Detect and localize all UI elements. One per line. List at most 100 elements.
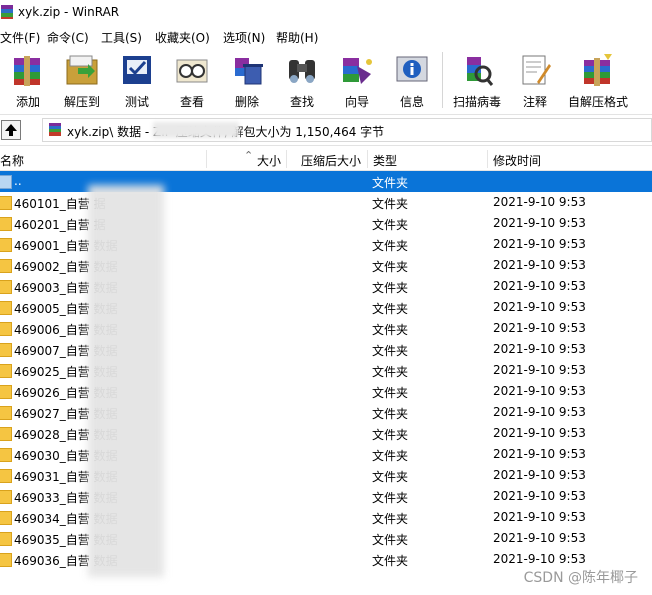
menu-bar: 文件(F) 命令(C) 工具(S) 收藏夹(O) 选项(N) 帮助(H) [0, 26, 652, 46]
folder-icon [0, 196, 12, 210]
file-type: 文件夹 [372, 197, 409, 211]
test-icon [123, 56, 151, 84]
column-modified[interactable]: 修改时间 [493, 152, 541, 169]
file-modified: 2021-9-10 9:53 [493, 531, 586, 545]
path-redaction-blur [153, 122, 239, 138]
file-type: 文件夹 [372, 260, 409, 274]
folder-icon [0, 259, 12, 273]
folder-icon [0, 238, 12, 252]
file-modified: 2021-9-10 9:53 [493, 237, 586, 251]
menu-help[interactable]: 帮助(H) [276, 29, 318, 46]
folder-icon [0, 217, 12, 231]
path-field[interactable]: xyk.zip\ 数据 - ZIP 压缩文件, 解包大小为 1,150,464 … [42, 118, 652, 142]
wizard-icon [343, 58, 372, 84]
file-type: 文件夹 [372, 491, 409, 505]
column-name[interactable]: 名称 [0, 152, 24, 169]
file-modified: 2021-9-10 9:53 [493, 321, 586, 335]
file-modified: 2021-9-10 9:53 [493, 447, 586, 461]
scan-virus-button[interactable]: 扫描病毒 [449, 50, 505, 110]
file-modified: 2021-9-10 9:53 [493, 216, 586, 230]
folder-icon [0, 448, 12, 462]
file-type: 文件夹 [372, 533, 409, 547]
menu-file[interactable]: 文件(F) [0, 29, 40, 46]
scan-virus-icon [467, 57, 494, 86]
info-label: 信息 [399, 95, 424, 109]
file-type: 文件夹 [372, 365, 409, 379]
menu-favorites[interactable]: 收藏夹(O) [155, 29, 210, 46]
menu-commands[interactable]: 命令(C) [47, 29, 89, 46]
column-type[interactable]: 类型 [373, 152, 397, 169]
file-type: 文件夹 [372, 344, 409, 358]
file-modified: 2021-9-10 9:53 [493, 426, 586, 440]
info-icon [396, 56, 428, 82]
file-modified: 2021-9-10 9:53 [493, 552, 586, 566]
watermark-text: CSDN @陈年椰子 [523, 570, 638, 586]
path-bar: xyk.zip\ 数据 - ZIP 压缩文件, 解包大小为 1,150,464 … [0, 114, 652, 146]
title-bar: xyk.zip - WinRAR [0, 0, 652, 26]
folder-icon [0, 385, 12, 399]
folder-icon [0, 532, 12, 546]
comment-button[interactable]: 注释 [507, 50, 563, 110]
file-type: 文件夹 [372, 407, 409, 421]
sort-arrow-icon: ⌃ [244, 149, 254, 162]
file-type: 文件夹 [372, 176, 409, 190]
folder-icon [0, 343, 12, 357]
delete-icon [235, 58, 263, 85]
file-type: 文件夹 [372, 218, 409, 232]
menu-tools[interactable]: 工具(S) [101, 29, 142, 46]
file-modified: 2021-9-10 9:53 [493, 510, 586, 524]
extract-to-button[interactable]: 解压到 [54, 50, 110, 110]
find-binoculars-icon [289, 60, 315, 83]
file-modified: 2021-9-10 9:53 [493, 258, 586, 272]
wizard-button[interactable]: 向导 [329, 50, 385, 110]
column-packed-size[interactable]: 压缩后大小 [301, 152, 361, 169]
sfx-button[interactable]: 自解压格式 [568, 50, 628, 110]
file-modified: 2021-9-10 9:53 [493, 468, 586, 482]
name-redaction-blur [88, 185, 164, 577]
column-header: 名称 ⌃ 大小 压缩后大小 类型 修改时间 [0, 148, 652, 171]
find-button[interactable]: 查找 [274, 50, 330, 110]
folder-icon [0, 511, 12, 525]
test-button[interactable]: 测试 [109, 50, 165, 110]
sfx-label: 自解压格式 [567, 95, 628, 109]
file-type: 文件夹 [372, 554, 409, 568]
folder-icon [0, 490, 12, 504]
column-divider [367, 150, 368, 168]
info-button[interactable]: 信息 [384, 50, 440, 110]
view-button[interactable]: 查看 [164, 50, 220, 110]
folder-icon [0, 301, 12, 315]
file-modified: 2021-9-10 9:53 [493, 300, 586, 314]
comment-label: 注释 [522, 95, 547, 109]
file-type: 文件夹 [372, 239, 409, 253]
delete-button[interactable]: 删除 [219, 50, 275, 110]
file-modified: 2021-9-10 9:53 [493, 279, 586, 293]
menu-options[interactable]: 选项(N) [223, 29, 265, 46]
file-type: 文件夹 [372, 428, 409, 442]
up-arrow-icon [5, 124, 17, 136]
file-modified: 2021-9-10 9:53 [493, 195, 586, 209]
winrar-app-icon [1, 5, 13, 19]
window-title: xyk.zip - WinRAR [18, 5, 120, 19]
file-type: 文件夹 [372, 512, 409, 526]
file-modified: 2021-9-10 9:53 [493, 405, 586, 419]
folder-icon [0, 553, 12, 567]
column-divider [286, 150, 287, 168]
sfx-icon [584, 54, 612, 86]
folder-icon [0, 175, 12, 189]
column-size[interactable]: 大小 [257, 152, 281, 169]
file-modified: 2021-9-10 9:53 [493, 489, 586, 503]
folder-icon [0, 280, 12, 294]
file-type: 文件夹 [372, 302, 409, 316]
column-divider [487, 150, 488, 168]
toolbar: 添加 解压到 测试 查看 删除 查找 向导 信息 扫描病毒 注释 自解压格式 [0, 46, 652, 114]
add-archive-icon [14, 56, 40, 86]
up-one-level-button[interactable] [1, 120, 21, 140]
file-type: 文件夹 [372, 470, 409, 484]
folder-icon [0, 469, 12, 483]
folder-icon [0, 322, 12, 336]
column-divider [206, 150, 207, 168]
view-icon [176, 59, 208, 83]
zip-file-icon [49, 123, 61, 136]
file-type: 文件夹 [372, 323, 409, 337]
extract-to-icon [66, 55, 98, 85]
